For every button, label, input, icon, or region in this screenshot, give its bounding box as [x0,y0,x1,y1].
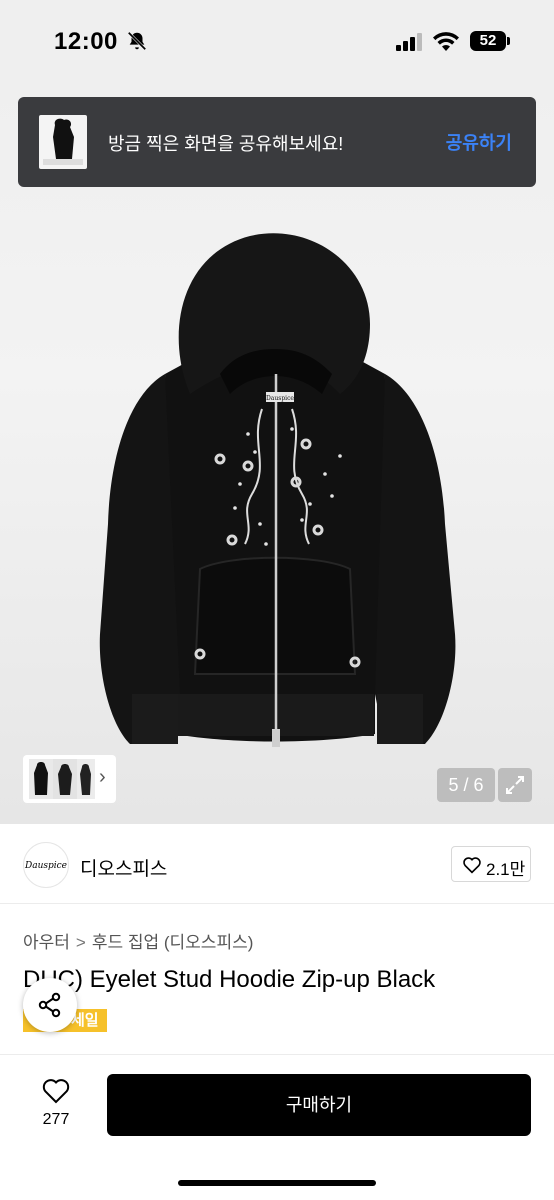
status-bar: 12:00 52 [0,0,554,84]
thumbnail-2[interactable] [53,759,77,799]
screenshot-share-banner[interactable]: 방금 찍은 화면을 공유해보세요! 공유하기 [18,97,536,187]
chevron-right-icon[interactable]: › [99,766,106,789]
brand-like-count: 2.1만 [486,860,526,879]
buy-button[interactable]: 구매하기 [107,1074,531,1136]
hoodie-product-image: Dauspice [99,233,456,747]
expand-icon[interactable] [498,768,532,802]
status-time: 12:00 [54,28,118,55]
breadcrumb-item-outer[interactable]: 아우터 [23,933,70,952]
battery-icon: 52 [470,31,506,51]
brand-row[interactable]: Dauspice 디오스피스 2.1만 [0,824,554,904]
home-indicator [178,1180,376,1186]
product-title-wrap: DUC) Eyelet Stud Hoodie Zip-up Black [0,962,554,1002]
wishlist-button[interactable]: 277 [28,1077,84,1137]
wishlist-count: 277 [42,1111,70,1128]
breadcrumb-item-hood-zipup[interactable]: 후드 집업 (디오스피스) [92,933,254,952]
signal-icon [396,33,422,51]
brand-like-button[interactable]: 2.1만 [451,846,531,882]
thumbnail-1[interactable] [29,759,53,799]
battery-tip [507,37,510,45]
share-banner-text: 방금 찍은 화면을 공유해보세요! [108,134,344,154]
product-image-gallery[interactable]: Dauspice [0,84,554,824]
image-counter: 5 / 6 [437,768,495,802]
wifi-icon [433,32,459,51]
hoodie-label: Dauspice [266,395,294,402]
thumbnail-3[interactable] [77,759,95,799]
bottom-action-bar: 277 구매하기 [0,1054,554,1200]
heart-icon [463,857,481,874]
share-icon [38,992,61,1018]
heart-icon [42,1079,70,1104]
brand-logo[interactable]: Dauspice [23,842,69,888]
share-banner-button[interactable]: 공유하기 [446,129,512,155]
thumbnail-strip[interactable]: › [23,755,116,803]
product-title: DUC) Eyelet Stud Hoodie Zip-up Black [23,966,436,993]
breadcrumb-separator: > [75,933,86,952]
breadcrumb: 아우터 > 후드 집업 (디오스피스) [23,928,253,953]
share-button[interactable] [23,978,77,1032]
screenshot-thumbnail [39,115,87,169]
bell-slash-icon [127,31,147,51]
brand-name[interactable]: 디오스피스 [80,854,167,881]
